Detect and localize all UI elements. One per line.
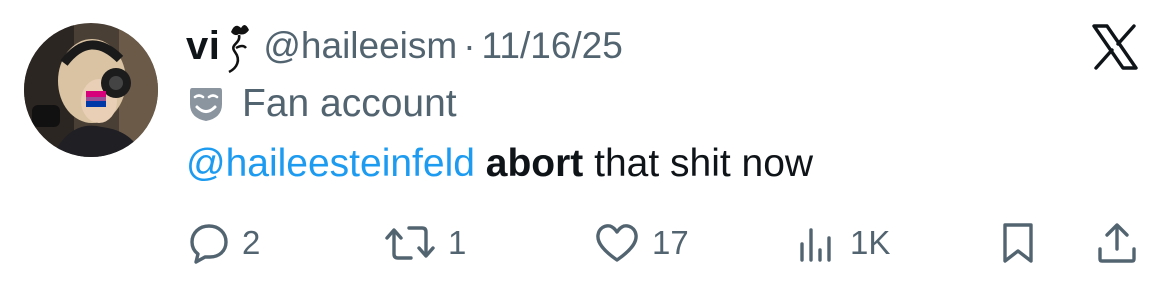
- tweet-header: vi @haileeism · 11/16/25: [186, 18, 623, 74]
- account-label-text: Fan account: [242, 82, 457, 125]
- like-button[interactable]: 17: [594, 216, 689, 270]
- tweet-text: @haileesteinfeld abort that shit now: [186, 138, 813, 190]
- share-icon: [1096, 221, 1138, 265]
- views-button[interactable]: 1K: [796, 216, 890, 270]
- reply-button[interactable]: 2: [188, 216, 260, 270]
- repost-icon: [384, 222, 436, 264]
- action-bar: 2 1 17 1K: [0, 216, 1170, 270]
- reply-count: 2: [242, 224, 261, 261]
- tweet-card: vi @haileeism · 11/16/25 Fan account @ha…: [0, 0, 1170, 284]
- repost-button[interactable]: 1: [384, 216, 466, 270]
- bookmark-button[interactable]: [998, 216, 1038, 270]
- like-count: 17: [652, 224, 689, 261]
- user-handle[interactable]: @haileeism: [263, 25, 457, 67]
- share-button[interactable]: [1096, 216, 1138, 270]
- bold-text: abort: [485, 142, 584, 185]
- reply-icon: [188, 222, 230, 264]
- repost-count: 1: [448, 224, 467, 261]
- heart-icon: [594, 222, 640, 264]
- views-chart-icon: [796, 222, 838, 264]
- rose-emoji-icon: [223, 18, 253, 74]
- tweet-text-rest: that shit now: [583, 142, 814, 185]
- mention-link[interactable]: @haileesteinfeld: [186, 142, 475, 186]
- x-logo-icon: [1090, 22, 1140, 72]
- account-label: Fan account: [186, 80, 457, 128]
- tweet-date[interactable]: 11/16/25: [482, 25, 623, 67]
- separator-dot: ·: [463, 25, 476, 66]
- bookmark-icon: [998, 221, 1038, 265]
- display-name[interactable]: vi: [186, 24, 220, 69]
- avatar[interactable]: [24, 23, 158, 157]
- views-count: 1K: [850, 224, 891, 261]
- performing-arts-masks-icon: [186, 84, 226, 124]
